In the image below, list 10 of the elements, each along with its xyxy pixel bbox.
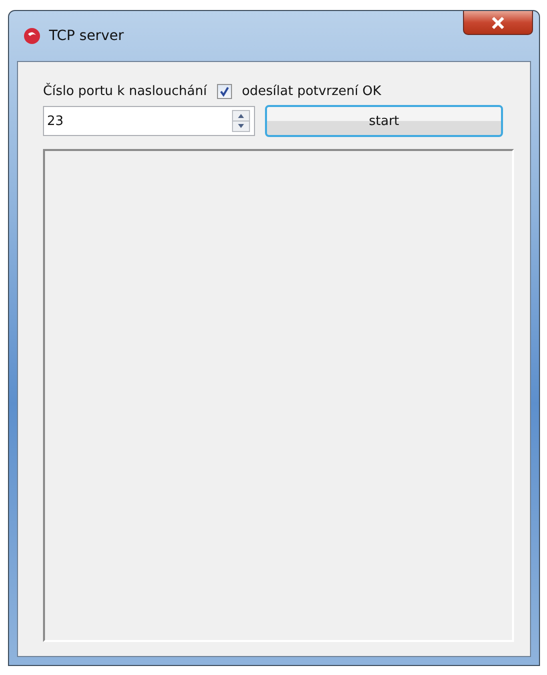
close-button[interactable] [463,11,533,35]
port-field[interactable]: 23 [43,106,255,136]
checkbox-label: odesílat potvrzení OK [242,84,382,99]
confirm-checkbox[interactable] [216,84,232,99]
spinner-arrows-icon[interactable] [232,110,250,132]
window-title: TCP server [49,28,124,44]
close-icon [491,16,505,28]
port-label: Číslo portu k naslouchání [43,84,207,99]
app-icon [23,27,41,45]
start-button[interactable]: start [265,105,503,137]
